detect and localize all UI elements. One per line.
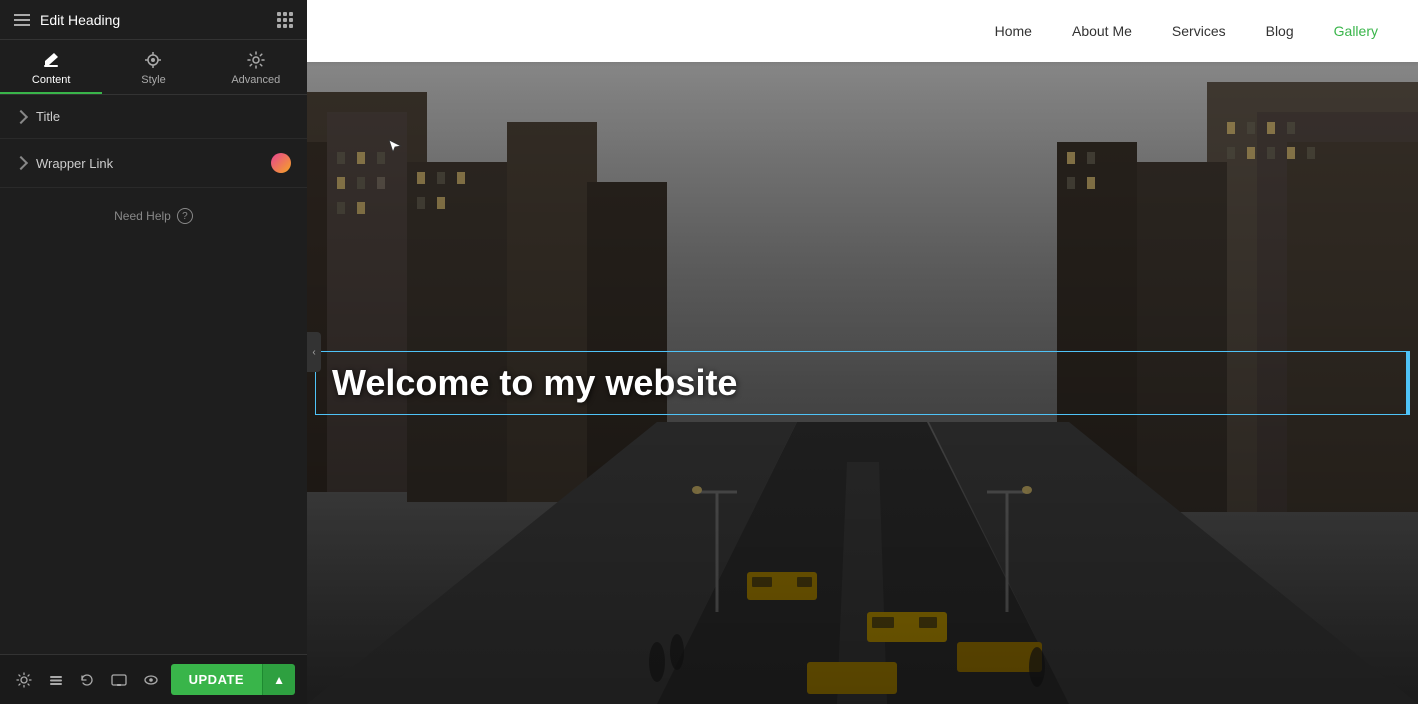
section-title-label: Title xyxy=(36,109,60,124)
wrapper-link-badge-icon xyxy=(271,153,291,173)
collapse-handle[interactable]: ‹ xyxy=(307,332,321,372)
update-btn-group: UPDATE ▲ xyxy=(171,664,295,695)
nav-gallery[interactable]: Gallery xyxy=(1334,23,1378,39)
nav-blog[interactable]: Blog xyxy=(1266,23,1294,39)
heading-wrapper: Welcome to my website xyxy=(307,351,1418,415)
background-image: Welcome to my website xyxy=(307,62,1418,704)
tab-advanced-label: Advanced xyxy=(231,74,280,86)
layers-tool-btn[interactable] xyxy=(44,665,68,695)
tab-style[interactable]: Style xyxy=(102,40,204,94)
arrow-right-icon-2 xyxy=(14,156,28,170)
heading-text[interactable]: Welcome to my website xyxy=(316,356,1409,410)
nav-services[interactable]: Services xyxy=(1172,23,1226,39)
arrow-right-icon xyxy=(14,109,28,123)
grid-icon[interactable] xyxy=(277,12,293,28)
help-icon: ? xyxy=(177,208,193,224)
tab-content-label: Content xyxy=(32,74,71,86)
settings-tool-btn[interactable] xyxy=(12,665,36,695)
bottom-toolbar: UPDATE ▲ xyxy=(0,654,307,704)
section-title[interactable]: Title xyxy=(0,95,307,139)
section-title-left: Title xyxy=(16,109,60,124)
heading-selected-box: Welcome to my website xyxy=(315,351,1410,415)
tab-bar: Content Style xyxy=(0,40,307,95)
selection-right-border xyxy=(1406,352,1409,414)
section-wrapper-link-label: Wrapper Link xyxy=(36,156,113,171)
nav-home[interactable]: Home xyxy=(995,23,1032,39)
section-wrapper-link-left: Wrapper Link xyxy=(16,156,113,171)
section-wrapper-link[interactable]: Wrapper Link xyxy=(0,139,307,188)
hamburger-icon[interactable] xyxy=(14,14,30,26)
update-button[interactable]: UPDATE xyxy=(171,664,262,695)
tab-content[interactable]: Content xyxy=(0,40,102,94)
help-label: Need Help xyxy=(114,209,171,223)
nav-about-me[interactable]: About Me xyxy=(1072,23,1132,39)
content-icon xyxy=(41,50,61,70)
preview-nav: Home About Me Services Blog Gallery xyxy=(307,0,1418,62)
panel-content: Title Wrapper Link Need Help ? xyxy=(0,95,307,654)
responsive-tool-btn[interactable] xyxy=(107,665,131,695)
history-tool-btn[interactable] xyxy=(75,665,99,695)
panel-title: Edit Heading xyxy=(40,12,120,28)
left-panel: Edit Heading Content xyxy=(0,0,307,704)
update-arrow-button[interactable]: ▲ xyxy=(262,664,295,695)
tab-advanced[interactable]: Advanced xyxy=(205,40,307,94)
tab-style-label: Style xyxy=(141,74,165,86)
city-background: Welcome to my website xyxy=(307,62,1418,704)
eye-tool-btn[interactable] xyxy=(139,665,163,695)
panel-header: Edit Heading xyxy=(0,0,307,40)
style-icon xyxy=(143,50,163,70)
advanced-icon xyxy=(246,50,266,70)
help-section[interactable]: Need Help ? xyxy=(0,188,307,244)
preview-area: Home About Me Services Blog Gallery xyxy=(307,0,1418,704)
panel-header-left: Edit Heading xyxy=(14,12,120,28)
